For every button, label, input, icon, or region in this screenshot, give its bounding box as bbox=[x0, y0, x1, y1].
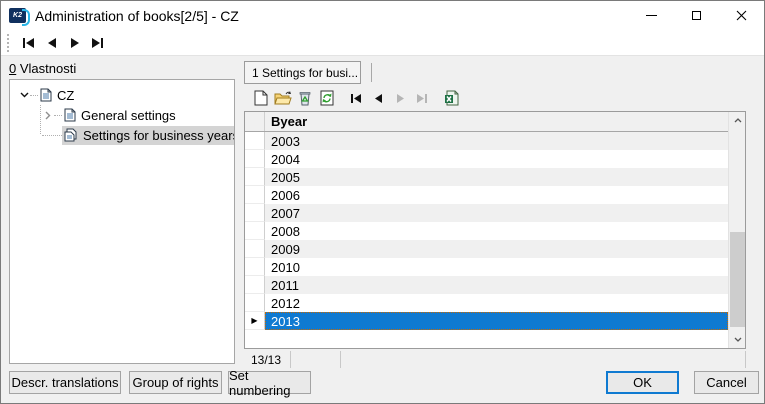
window-controls bbox=[629, 1, 764, 30]
chevron-collapsed-icon[interactable] bbox=[42, 109, 54, 121]
table-row[interactable]: 2004 bbox=[245, 150, 728, 168]
table-row[interactable]: 2008 bbox=[245, 222, 728, 240]
properties-tree: CZ General settings Settings for busines… bbox=[9, 79, 235, 364]
table-row[interactable]: 2003 bbox=[245, 132, 728, 150]
table-row[interactable]: 2006 bbox=[245, 186, 728, 204]
first-record-icon[interactable] bbox=[17, 33, 40, 53]
new-record-icon[interactable] bbox=[251, 88, 271, 108]
documents-icon bbox=[64, 128, 77, 142]
dialog-administration-of-books: K2 Administration of books[2/5] - CZ 0 V… bbox=[0, 0, 765, 404]
table-row[interactable]: 2011 bbox=[245, 276, 728, 294]
tree-node-general-settings-content[interactable]: General settings bbox=[62, 106, 181, 125]
tree-dots bbox=[54, 114, 62, 116]
status-cell-empty bbox=[291, 351, 341, 368]
cancel-button[interactable]: Cancel bbox=[694, 371, 759, 394]
tree-node-cz-content[interactable]: CZ bbox=[38, 86, 79, 105]
table-row[interactable]: 2009 bbox=[245, 240, 728, 258]
table-row[interactable]: 2010 bbox=[245, 258, 728, 276]
next-record-icon[interactable] bbox=[63, 33, 86, 53]
table-row[interactable]: 2007 bbox=[245, 204, 728, 222]
tree-node-settings-business-years-content[interactable]: Settings for business years bbox=[62, 125, 235, 145]
tab-settings-for-business-years[interactable]: 1 Settings for busi... bbox=[244, 61, 361, 84]
statusbar: 13/13 bbox=[244, 351, 746, 368]
open-record-icon[interactable] bbox=[273, 88, 293, 108]
properties-label-rest: Vlastnosti bbox=[16, 61, 77, 76]
delete-record-icon[interactable] bbox=[295, 88, 315, 108]
descr-translations-button[interactable]: Descr. translations bbox=[9, 371, 121, 394]
chevron-expanded-icon[interactable] bbox=[18, 89, 30, 101]
table-row[interactable]: 2005 bbox=[245, 168, 728, 186]
current-row-pointer-icon: ▶ bbox=[251, 315, 258, 325]
scroll-down-icon[interactable] bbox=[729, 331, 746, 348]
grid-toolbar bbox=[244, 85, 746, 111]
scroll-up-icon[interactable] bbox=[729, 112, 746, 129]
column-header-byear[interactable]: Byear bbox=[265, 114, 745, 129]
table-header-row: Byear bbox=[245, 112, 745, 132]
record-nav-toolbar bbox=[1, 30, 764, 56]
vertical-scrollbar[interactable] bbox=[728, 112, 745, 348]
previous-record-icon[interactable] bbox=[40, 33, 63, 53]
tree-node-label: Settings for business years bbox=[83, 127, 235, 143]
document-icon bbox=[40, 88, 52, 102]
minimize-icon[interactable] bbox=[629, 1, 674, 30]
export-excel-icon[interactable] bbox=[441, 88, 461, 108]
next-record-icon[interactable] bbox=[390, 88, 410, 108]
first-record-icon[interactable] bbox=[346, 88, 366, 108]
maximize-icon[interactable] bbox=[674, 1, 719, 30]
refresh-icon[interactable] bbox=[317, 88, 337, 108]
k2-logo-icon: K2 bbox=[9, 8, 30, 26]
toolbar-gripper[interactable] bbox=[7, 33, 9, 52]
tree-dots bbox=[42, 134, 62, 136]
tree-node-label: General settings bbox=[81, 107, 176, 123]
scrollbar-thumb[interactable] bbox=[730, 232, 745, 327]
row-indicator-header bbox=[245, 112, 265, 131]
table-row-selected[interactable]: ▶ 2013 bbox=[245, 312, 728, 330]
record-count: 13/13 bbox=[244, 351, 291, 368]
tab-label: 1 Settings for busi... bbox=[252, 65, 359, 80]
tree-node-settings-business-years[interactable]: Settings for business years bbox=[10, 125, 234, 145]
window-title: Administration of books[2/5] - CZ bbox=[35, 7, 239, 24]
titlebar: K2 Administration of books[2/5] - CZ bbox=[1, 1, 764, 30]
tabstrip-divider bbox=[371, 63, 372, 82]
tree-node-label: CZ bbox=[57, 87, 75, 103]
tree-node-cz[interactable]: CZ bbox=[10, 85, 234, 105]
previous-record-icon[interactable] bbox=[368, 88, 388, 108]
tree-dots bbox=[30, 94, 38, 96]
ok-button[interactable]: OK bbox=[606, 371, 679, 394]
properties-label: 0 Vlastnosti bbox=[9, 61, 76, 76]
document-icon bbox=[64, 108, 76, 122]
last-record-icon[interactable] bbox=[412, 88, 432, 108]
close-icon[interactable] bbox=[719, 1, 764, 30]
group-of-rights-button[interactable]: Group of rights bbox=[129, 371, 222, 394]
byear-table: Byear 2003 2004 2005 2006 2007 2008 2009… bbox=[244, 111, 746, 349]
last-record-icon[interactable] bbox=[86, 33, 109, 53]
table-row[interactable]: 2012 bbox=[245, 294, 728, 312]
table-body: 2003 2004 2005 2006 2007 2008 2009 2010 … bbox=[245, 132, 728, 348]
status-cell-empty bbox=[341, 351, 745, 368]
tree-node-general-settings[interactable]: General settings bbox=[10, 105, 234, 125]
set-numbering-button[interactable]: Set numbering bbox=[228, 368, 311, 398]
